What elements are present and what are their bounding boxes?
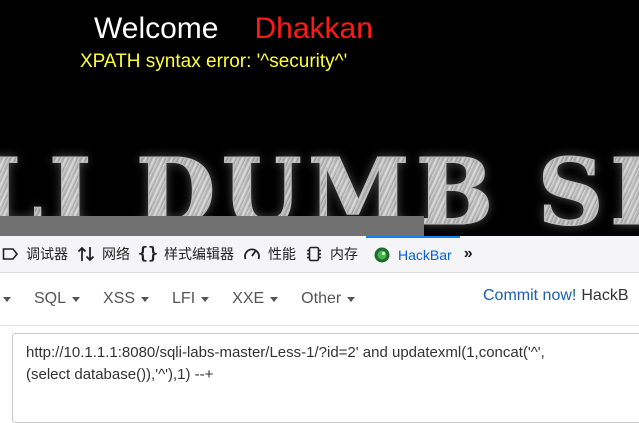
network-arrows-icon xyxy=(76,245,96,263)
panel-split-handle[interactable] xyxy=(0,216,424,236)
chevron-down-icon xyxy=(270,296,279,302)
tab-debugger[interactable]: 调试器 xyxy=(0,236,76,272)
chevron-down-icon xyxy=(141,296,150,302)
memory-chip-icon xyxy=(304,245,324,263)
chevron-down-icon xyxy=(72,296,81,302)
hackbar-brand-text: HackB xyxy=(581,287,629,304)
menu-load-partial[interactable] xyxy=(0,296,11,302)
more-tabs-chevron-icon[interactable]: » xyxy=(460,245,473,263)
menu-other[interactable]: Other xyxy=(301,290,356,308)
xpath-error-message: XPATH syntax error: '^security^' xyxy=(80,51,348,72)
braces-icon: {} xyxy=(137,244,159,264)
username-text: Dhakkan xyxy=(254,12,373,45)
welcome-text: Welcome xyxy=(94,12,219,45)
tab-hackbar[interactable]: HackBar xyxy=(366,236,460,272)
tab-debugger-label: 调试器 xyxy=(26,246,68,262)
menu-lfi[interactable]: LFI xyxy=(172,290,210,308)
chevron-down-icon xyxy=(201,296,210,302)
menu-xss[interactable]: XSS xyxy=(103,290,150,308)
commit-now-label: Commit now! xyxy=(483,287,577,304)
tab-network-label: 网络 xyxy=(102,246,130,262)
chevron-down-icon xyxy=(3,296,11,302)
tab-performance[interactable]: 性能 xyxy=(242,236,304,272)
menu-xss-label: XSS xyxy=(103,290,136,307)
gauge-icon xyxy=(242,246,262,262)
menu-xxe-label: XXE xyxy=(232,290,265,307)
tab-memory[interactable]: 内存 xyxy=(304,236,366,272)
devtools-tab-bar: 调试器 网络 {} 样式编辑器 性能 内存 HackBar » xyxy=(0,236,639,273)
menu-xxe[interactable]: XXE xyxy=(232,290,279,308)
tab-hackbar-label: HackBar xyxy=(398,247,452,263)
tab-style-editor[interactable]: {} 样式编辑器 xyxy=(138,236,242,272)
menu-other-label: Other xyxy=(301,290,342,307)
tab-memory-label: 内存 xyxy=(330,246,358,262)
welcome-heading: Welcome Dhakkan xyxy=(94,10,373,48)
tab-performance-label: 性能 xyxy=(268,246,296,262)
chevron-down-icon xyxy=(347,296,356,302)
hackbar-logo-icon xyxy=(372,247,392,263)
hackbar-toolbar: SQL XSS LFI XXE Other Commit now! HackB xyxy=(0,273,639,326)
commit-now-link[interactable]: Commit now! HackB xyxy=(483,287,628,305)
page-content: Welcome Dhakkan XPATH syntax error: '^sec… xyxy=(0,0,639,236)
url-line-2: (select database()),'^'),1) --+ xyxy=(26,366,214,383)
menu-lfi-label: LFI xyxy=(172,290,196,307)
url-textarea[interactable]: http://10.1.1.1:8080/sqli-labs-master/Le… xyxy=(12,333,639,423)
menu-sql[interactable]: SQL xyxy=(34,290,81,308)
url-line-1: http://10.1.1.1:8080/sqli-labs-master/Le… xyxy=(26,344,545,361)
tab-style-editor-label: 样式编辑器 xyxy=(164,246,234,262)
debugger-icon xyxy=(0,247,20,261)
menu-sql-label: SQL xyxy=(34,290,67,307)
tab-network[interactable]: 网络 xyxy=(76,236,138,272)
